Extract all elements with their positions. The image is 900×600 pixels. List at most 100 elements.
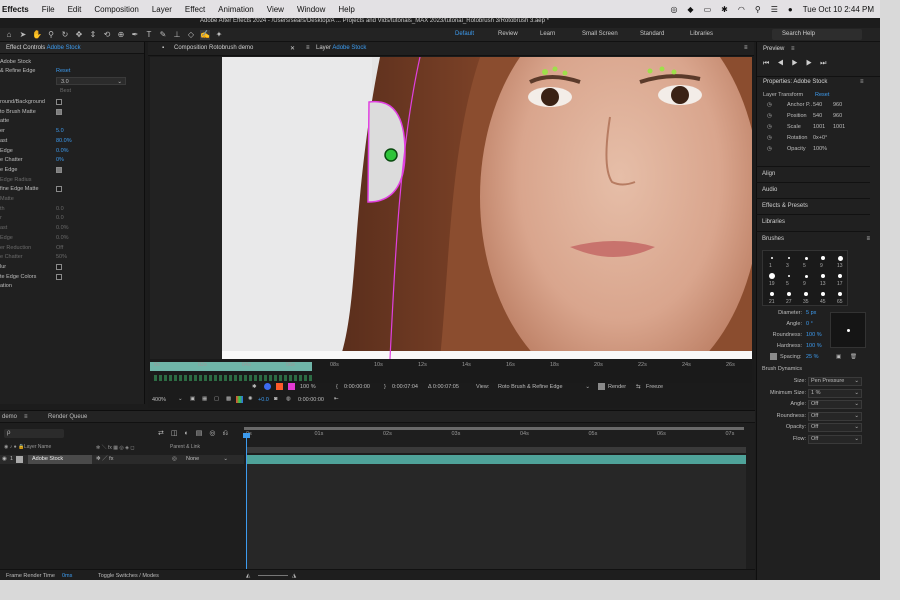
pan-tool-icon[interactable]: ✥ <box>74 30 84 40</box>
selection-tool-icon[interactable]: ➤ <box>18 30 28 40</box>
channel-magenta-icon[interactable] <box>288 383 295 390</box>
menu-view[interactable]: View <box>267 5 284 14</box>
spacing-value[interactable]: 25 % <box>806 354 819 360</box>
timeline-ruler[interactable]: 0s01s02s03s04s05s06s07s <box>244 427 744 441</box>
timeline-tab[interactable]: demo <box>2 411 17 423</box>
quality-dropdown[interactable]: Best <box>56 87 126 95</box>
stopwatch-icon[interactable]: ◷ <box>767 113 772 119</box>
brush-dynamics-dropdown[interactable]: Off ⌄ <box>808 411 862 421</box>
transform-property-value-2[interactable]: 1001 <box>833 124 845 130</box>
app-menu[interactable]: Effects <box>2 5 29 14</box>
wifi-icon[interactable]: ◠ <box>738 5 745 14</box>
work-area-range[interactable] <box>244 427 744 430</box>
previous-frame-icon[interactable]: ◀ <box>777 60 791 67</box>
workspace-default[interactable]: Default <box>455 31 474 37</box>
pen-tool-icon[interactable]: ✒ <box>130 30 140 40</box>
out-point-time[interactable]: 0:00:07:04 <box>392 384 418 390</box>
brush-dynamics-dropdown[interactable]: Off ⌄ <box>808 423 862 432</box>
brush-tip-icon[interactable] <box>837 255 843 261</box>
last-frame-icon[interactable]: ⏭ <box>820 60 834 67</box>
zoom-in-icon[interactable]: ◮ <box>292 570 296 580</box>
brush-tip-icon[interactable] <box>838 274 842 278</box>
panel-menu-icon[interactable]: ≡ <box>866 232 870 247</box>
layer-duration-bar[interactable] <box>246 455 746 464</box>
effect-property-checkbox[interactable] <box>56 186 62 193</box>
workspace-small-screen[interactable]: Small Screen <box>582 31 618 37</box>
layer-row[interactable]: ◉ 1 Adobe Stock ✻ ／ fx ◎ None ⌄ <box>0 455 244 464</box>
workspace-standard[interactable]: Standard <box>640 31 664 37</box>
version-dropdown[interactable]: 3.0 ⌄ <box>56 77 126 85</box>
home-icon[interactable]: ⌂ <box>4 30 14 40</box>
transform-property-value[interactable]: 1001 <box>813 124 825 130</box>
spacing-checkbox[interactable] <box>770 353 777 360</box>
close-icon[interactable]: ✕ <box>290 45 295 52</box>
brush-tip-icon[interactable] <box>788 257 790 259</box>
motion-blur-icon[interactable]: ◎ <box>209 430 222 437</box>
dolly-tool-icon[interactable]: ⇕ <box>88 30 98 40</box>
layer-name[interactable]: Adobe Stock <box>28 455 92 464</box>
freeze-label[interactable]: Freeze <box>646 384 663 390</box>
chevron-down-icon[interactable]: ⌄ <box>178 396 183 402</box>
dropbox-icon[interactable]: ◆ <box>687 5 693 14</box>
effect-reset-button[interactable]: Reset <box>56 67 70 75</box>
workspace-review[interactable]: Review <box>498 31 518 37</box>
control-center-icon[interactable]: ☰ <box>771 5 778 14</box>
hardness-value[interactable]: 100 % <box>806 343 822 349</box>
menu-file[interactable]: File <box>42 5 55 14</box>
stopwatch-icon[interactable]: ◷ <box>767 146 772 152</box>
transparency-grid-icon[interactable]: ▩ <box>226 396 231 402</box>
view-mode-dropdown[interactable]: Roto Brush & Refine Edge ⌄ <box>496 383 592 392</box>
layer-tab-menu-icon[interactable]: ≡ <box>306 45 310 51</box>
brush-dynamics-dropdown[interactable]: Off ⌄ <box>808 400 862 409</box>
effect-property-value[interactable]: 80.0% <box>56 137 72 145</box>
diameter-value[interactable]: 5 px <box>806 310 816 316</box>
menu-layer[interactable]: Layer <box>152 5 172 14</box>
type-tool-icon[interactable]: T <box>144 30 154 40</box>
display-icon[interactable]: ▭ <box>704 5 712 14</box>
composition-tab[interactable]: Composition Rotobrush demo <box>174 45 253 51</box>
menu-help[interactable]: Help <box>338 5 354 14</box>
layer-tab[interactable]: Layer Adobe Stock <box>316 45 366 51</box>
transform-property-value[interactable]: 540 <box>813 102 822 108</box>
effect-property-checkbox[interactable] <box>56 273 62 280</box>
panel-menu-icon[interactable]: ≡ <box>24 411 28 423</box>
menu-animation[interactable]: Animation <box>218 5 254 14</box>
render-checkbox[interactable] <box>598 383 605 390</box>
brush-tip-icon[interactable] <box>769 273 775 279</box>
playhead[interactable] <box>246 435 247 571</box>
effect-property-checkbox[interactable] <box>56 99 62 105</box>
transform-property-value[interactable]: 100% <box>813 146 827 152</box>
puppet-tool-icon[interactable]: ✦ <box>214 30 224 40</box>
menu-composition[interactable]: Composition <box>94 5 138 14</box>
delete-brush-icon[interactable]: 🗑 <box>850 354 857 360</box>
effect-property-checkbox[interactable] <box>56 263 62 270</box>
brush-dynamics-dropdown[interactable]: Pen Pressure ⌄ <box>808 377 862 386</box>
draft-3d-icon[interactable]: ◫ <box>171 430 185 437</box>
layer-image[interactable] <box>150 57 752 359</box>
new-brush-icon[interactable]: ▣ <box>836 354 841 360</box>
effect-property-checkbox[interactable] <box>56 166 62 173</box>
transform-property-value-2[interactable]: 960 <box>833 102 842 108</box>
color-channels-icon[interactable] <box>236 396 243 403</box>
comp-mini-flowchart-icon[interactable]: ⇄ <box>158 430 171 437</box>
effect-property-value[interactable]: 0.0% <box>56 234 69 242</box>
stopwatch-icon[interactable]: ◷ <box>767 102 772 108</box>
show-snapshot-icon[interactable]: ◍ <box>286 396 291 402</box>
in-point-time[interactable]: 0:00:00:00 <box>344 384 370 390</box>
stopwatch-icon[interactable]: ◷ <box>767 135 772 141</box>
transform-property-value[interactable]: 540 <box>813 113 822 119</box>
hand-tool-icon[interactable]: ✋ <box>32 30 42 40</box>
play-icon[interactable]: ▶ <box>792 60 806 67</box>
exposure-value[interactable]: +0.0 <box>258 397 269 403</box>
brush-dynamics-dropdown[interactable]: 1 % ⌄ <box>808 388 862 398</box>
frame-blending-icon[interactable]: ▤ <box>196 430 210 437</box>
roundness-value[interactable]: 100 % <box>806 332 822 338</box>
visibility-eye-icon[interactable]: ◉ <box>2 455 7 464</box>
first-frame-icon[interactable]: ⏮ <box>763 60 777 67</box>
orbit-tool-icon[interactable]: ↻ <box>60 30 70 40</box>
stopwatch-icon[interactable]: ◷ <box>767 124 772 130</box>
effect-property-value[interactable]: 0% <box>56 156 64 164</box>
effect-property-value[interactable]: 0.0% <box>56 224 69 232</box>
playhead-handle[interactable] <box>243 433 250 438</box>
render-queue-tab[interactable]: Render Queue <box>48 411 87 423</box>
